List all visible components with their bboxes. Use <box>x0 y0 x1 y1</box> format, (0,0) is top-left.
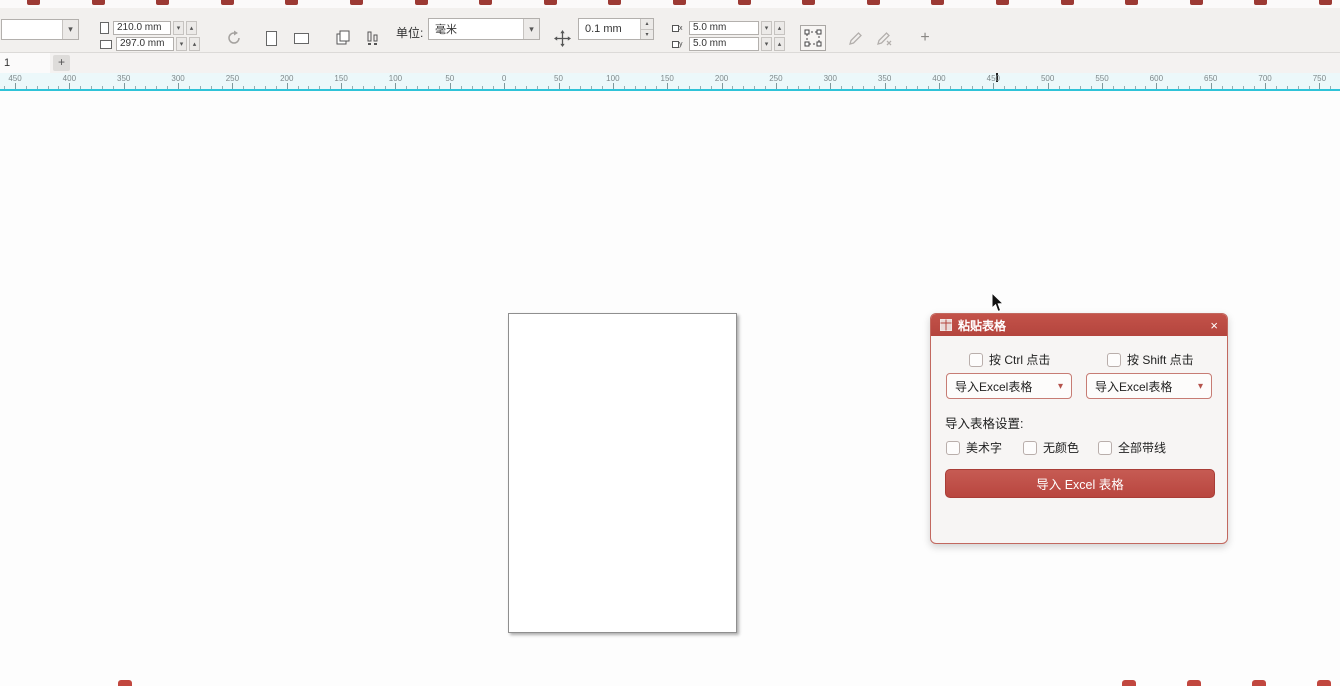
page-width-row: 210.0 mm ▾ ▴ <box>100 21 197 35</box>
document-page[interactable] <box>508 313 737 633</box>
width-increase-icon[interactable]: ▴ <box>186 21 197 35</box>
checkbox-icon[interactable] <box>969 353 983 367</box>
checkbox-icon[interactable] <box>1107 353 1121 367</box>
dialog-body: 按 Ctrl 点击 按 Shift 点击 导入Excel表格 ▾ 导入Excel… <box>931 336 1227 545</box>
chevron-down-icon[interactable]: ▾ <box>62 20 78 39</box>
width-decrease-icon[interactable]: ▾ <box>173 21 184 35</box>
duplicate-distance-y-input[interactable]: 5.0 mm <box>689 37 759 51</box>
chevron-down-icon: ▾ <box>1058 381 1063 392</box>
clipped-palette-icons <box>0 679 1340 686</box>
close-icon[interactable]: × <box>1210 319 1218 332</box>
dropdown-right-value: 导入Excel表格 <box>1095 378 1172 395</box>
shift-click-label: 按 Shift 点击 <box>1127 351 1194 368</box>
property-bar: ▾ 210.0 mm ▾ ▴ 297.0 mm ▾ ▴ <box>0 8 1340 53</box>
landscape-orientation-button[interactable] <box>288 25 314 51</box>
chevron-down-icon[interactable]: ▾ <box>523 19 539 39</box>
bounding-box-icon <box>804 29 822 47</box>
landscape-icon <box>294 33 309 44</box>
pen-cross-icon <box>876 30 892 46</box>
rotate-page-icon[interactable] <box>226 30 242 46</box>
current-page-button[interactable] <box>360 25 386 51</box>
spinner-up-icon[interactable]: ▴ <box>641 19 653 30</box>
import-settings-label: 导入表格设置: <box>945 413 1023 432</box>
page-tab-bar: 1 + <box>0 53 1340 73</box>
pen-icon <box>848 30 864 46</box>
units-dropdown[interactable]: 毫米 ▾ <box>428 18 540 40</box>
portrait-icon <box>266 31 277 46</box>
bounding-box-button[interactable] <box>800 25 826 51</box>
import-mode-dropdown-left[interactable]: 导入Excel表格 ▾ <box>946 373 1072 399</box>
clipped-toolbar-icons <box>0 0 1340 8</box>
all-lines-checkbox[interactable]: 全部带线 <box>1098 439 1166 456</box>
checkbox-icon[interactable] <box>1023 441 1037 455</box>
outline-pen-button[interactable] <box>871 25 897 51</box>
dropdown-left-value: 导入Excel表格 <box>955 378 1032 395</box>
page-width-icon <box>100 22 109 34</box>
ctrl-click-checkbox[interactable]: 按 Ctrl 点击 <box>969 351 1050 368</box>
paste-table-dialog: 粘贴表格 × 按 Ctrl 点击 按 Shift 点击 导入Excel表格 ▾ … <box>930 313 1228 544</box>
checkbox-icon[interactable] <box>1098 441 1112 455</box>
chevron-down-icon: ▾ <box>1198 381 1203 392</box>
import-excel-button[interactable]: 导入 Excel 表格 <box>945 469 1215 498</box>
page-height-icon <box>100 40 112 49</box>
import-mode-dropdown-right[interactable]: 导入Excel表格 ▾ <box>1086 373 1212 399</box>
add-tool-icon[interactable]: + <box>912 25 938 51</box>
page-height-input[interactable]: 297.0 mm <box>116 37 174 51</box>
all-lines-label: 全部带线 <box>1118 439 1166 456</box>
dup-y-decrease-icon[interactable]: ▾ <box>761 37 772 51</box>
app-window: ▾ 210.0 mm ▾ ▴ 297.0 mm ▾ ▴ <box>0 0 1340 686</box>
add-page-button[interactable]: + <box>53 55 70 71</box>
units-label: 单位: <box>396 24 423 41</box>
no-color-label: 无颜色 <box>1043 439 1079 456</box>
duplicate-distance-x-input[interactable]: 5.0 mm <box>689 21 759 35</box>
units-value: 毫米 <box>429 21 523 37</box>
ctrl-click-label: 按 Ctrl 点击 <box>989 351 1050 368</box>
nudge-offset-value: 0.1 mm <box>579 19 640 39</box>
pages-icon <box>335 30 351 46</box>
page-bars-icon <box>365 30 381 46</box>
horizontal-ruler[interactable]: 4504003503002502001501005005010015020025… <box>0 73 1340 91</box>
nudge-offset-input[interactable]: 0.1 mm ▴ ▾ <box>578 18 654 40</box>
treat-as-filled-button[interactable] <box>843 25 869 51</box>
no-color-checkbox[interactable]: 无颜色 <box>1023 439 1079 456</box>
nudge-spinner: ▴ ▾ <box>640 19 653 39</box>
spinner-down-icon[interactable]: ▾ <box>641 30 653 40</box>
page-tab-1[interactable]: 1 <box>0 53 50 73</box>
all-pages-button[interactable] <box>330 25 356 51</box>
portrait-orientation-button[interactable] <box>258 25 284 51</box>
nudge-offset-icon <box>554 30 571 47</box>
duplicate-distance-y-row: y 5.0 mm ▾ ▴ <box>672 37 785 51</box>
dialog-titlebar[interactable]: 粘贴表格 × <box>931 314 1227 336</box>
page-height-row: 297.0 mm ▾ ▴ <box>100 37 200 51</box>
page-size-preset-dropdown[interactable]: ▾ <box>1 19 79 40</box>
duplicate-distance-x-row: x 5.0 mm ▾ ▴ <box>672 21 785 35</box>
shift-click-checkbox[interactable]: 按 Shift 点击 <box>1107 351 1194 368</box>
page-width-input[interactable]: 210.0 mm <box>113 21 171 35</box>
artistic-text-label: 美术字 <box>966 439 1002 456</box>
dup-x-increase-icon[interactable]: ▴ <box>774 21 785 35</box>
duplicate-distance-x-icon: x <box>672 25 687 32</box>
dup-y-increase-icon[interactable]: ▴ <box>774 37 785 51</box>
duplicate-distance-y-icon: y <box>672 41 687 48</box>
checkbox-icon[interactable] <box>946 441 960 455</box>
dup-x-decrease-icon[interactable]: ▾ <box>761 21 772 35</box>
mouse-cursor <box>991 293 1006 314</box>
table-icon <box>940 319 952 331</box>
dialog-title: 粘贴表格 <box>958 317 1006 334</box>
height-decrease-icon[interactable]: ▾ <box>176 37 187 51</box>
height-increase-icon[interactable]: ▴ <box>189 37 200 51</box>
artistic-text-checkbox[interactable]: 美术字 <box>946 439 1002 456</box>
